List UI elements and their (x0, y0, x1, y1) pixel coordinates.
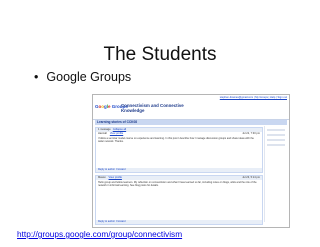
forward-link[interactable]: Forward (116, 220, 125, 223)
author-name: Mason (98, 176, 106, 179)
message-post: Mason View profile Jul 23, 5:14 pm Hello… (95, 175, 263, 225)
view-profile-link[interactable]: View profile (110, 132, 123, 135)
top-bar: stephen.downes@gmail.com | My Groups | H… (93, 95, 289, 102)
post-date: Jul 22, 7:30 pm (242, 132, 260, 135)
message-post: 1 message Collapse all Hannah View profil… (95, 127, 263, 173)
post-footer: Reply to author Forward (96, 168, 262, 172)
author-name: Hannah (98, 132, 108, 135)
groups-header: Google Groups Connectivism and Connectiv… (93, 102, 289, 120)
google-groups-screenshot: stephen.downes@gmail.com | My Groups | H… (92, 94, 290, 228)
sidebar-line (267, 134, 285, 136)
group-title: Connectivism and Connective Knowledge (121, 103, 184, 114)
sidebar-line (267, 144, 285, 146)
sidebar (264, 126, 287, 222)
sidebar-line (267, 139, 285, 141)
forward-link[interactable]: Forward (116, 168, 125, 171)
post-footer: Reply to author Forward (96, 220, 262, 224)
view-profile-link[interactable]: View profile (109, 176, 122, 179)
author-row: Hannah View profile Jul 22, 7:30 pm (96, 132, 262, 136)
post-date: Jul 23, 5:14 pm (242, 176, 260, 179)
bullet-dot: • (34, 70, 39, 84)
sidebar-line (267, 129, 285, 131)
post-body: Hello group and fellow learners. My refl… (98, 181, 257, 187)
author-row: Mason View profile Jul 23, 5:14 pm (96, 176, 262, 180)
top-links[interactable]: stephen.downes@gmail.com | My Groups | H… (220, 96, 287, 99)
topic-bar: Learning stories of CCK08 (95, 120, 287, 125)
reply-link[interactable]: Reply to author (98, 168, 115, 171)
reply-link[interactable]: Reply to author (98, 220, 115, 223)
post-body: I follow a seminar model course on exper… (98, 137, 254, 143)
bullet-google-groups: • Google Groups (34, 70, 131, 84)
bullet-text: Google Groups (46, 70, 132, 84)
group-url-link[interactable]: http://groups.google.com/group/connectiv… (17, 229, 182, 239)
slide-title: The Students (103, 44, 217, 65)
